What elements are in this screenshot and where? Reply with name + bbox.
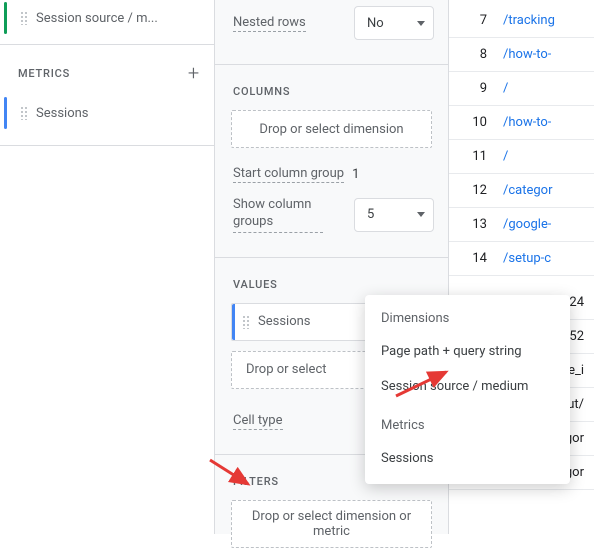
nested-rows-row: Nested rows No: [215, 0, 448, 50]
drag-handle-icon[interactable]: [20, 106, 28, 120]
drag-handle-icon[interactable]: [20, 11, 28, 25]
add-metric-icon[interactable]: +: [188, 63, 200, 83]
row-index: 8: [449, 47, 503, 62]
popup-metrics-label: Metrics: [365, 404, 570, 441]
nested-rows-label: Nested rows: [233, 15, 306, 32]
divider: [215, 64, 448, 65]
chevron-down-icon: [417, 212, 425, 217]
table-row[interactable]: 13/google-: [449, 208, 594, 242]
row-path-link[interactable]: /how-to-: [503, 115, 551, 130]
popup-item-sessions[interactable]: Sessions: [365, 441, 570, 476]
table-row[interactable]: 9/: [449, 72, 594, 106]
row-index: 12: [449, 183, 503, 198]
table-row[interactable]: 11/: [449, 140, 594, 174]
columns-dropzone[interactable]: Drop or select dimension: [231, 110, 432, 148]
metric-label: Sessions: [36, 106, 89, 121]
row-path-link[interactable]: /google-: [503, 217, 551, 232]
row-path-link[interactable]: /: [503, 81, 508, 96]
nested-rows-value: No: [367, 16, 384, 31]
row-index: 10: [449, 115, 503, 130]
annotation-arrow: [206, 456, 256, 490]
row-path-link[interactable]: /setup-c: [503, 251, 551, 266]
show-column-select[interactable]: 5: [354, 198, 434, 232]
table-row[interactable]: 12/categor: [449, 174, 594, 208]
metrics-header: METRICS +: [0, 45, 214, 95]
dimension-item-session-source[interactable]: Session source / m...: [10, 0, 204, 36]
cell-type-label: Cell type: [233, 413, 283, 430]
metrics-header-label: METRICS: [18, 67, 70, 80]
table-row[interactable]: 8/how-to-: [449, 38, 594, 72]
drag-handle-icon[interactable]: [242, 315, 250, 329]
row-index: 11: [449, 149, 503, 164]
values-item-label: Sessions: [258, 314, 311, 329]
show-column-label: Show column groups: [233, 197, 323, 233]
popup-dimensions-label: Dimensions: [365, 303, 570, 334]
start-column-label: Start column group: [233, 166, 344, 183]
nested-rows-select[interactable]: No: [354, 6, 434, 40]
annotation-arrow: [392, 366, 454, 400]
row-path-link[interactable]: /tracking: [503, 13, 555, 28]
left-sidebar: Session source / m... METRICS + Sessions: [0, 0, 215, 534]
row-path-link[interactable]: /categor: [503, 183, 553, 198]
dimension-label: Session source / m...: [36, 11, 158, 26]
start-column-value[interactable]: 1: [352, 167, 359, 182]
show-column-row: Show column groups 5: [215, 193, 448, 243]
chevron-down-icon: [417, 21, 425, 26]
row-index: 13: [449, 217, 503, 232]
divider: [0, 145, 214, 146]
divider: [215, 257, 448, 258]
filters-dropzone[interactable]: Drop or select dimension or metric: [231, 500, 432, 548]
row-index: 9: [449, 81, 503, 96]
columns-header: COLUMNS: [215, 79, 448, 110]
table-row[interactable]: 10/how-to-: [449, 106, 594, 140]
popup-item-page-path[interactable]: Page path + query string: [365, 334, 570, 369]
start-column-row: Start column group 1: [215, 162, 448, 193]
table-row[interactable]: 14/setup-c: [449, 242, 594, 276]
table-row[interactable]: 7/tracking: [449, 4, 594, 38]
show-column-value: 5: [367, 207, 374, 222]
metric-item-sessions[interactable]: Sessions: [10, 95, 204, 131]
row-index: 14: [449, 251, 503, 266]
row-index: 7: [449, 13, 503, 28]
row-path-link[interactable]: /how-to-: [503, 47, 551, 62]
row-path-link[interactable]: /: [503, 149, 508, 164]
